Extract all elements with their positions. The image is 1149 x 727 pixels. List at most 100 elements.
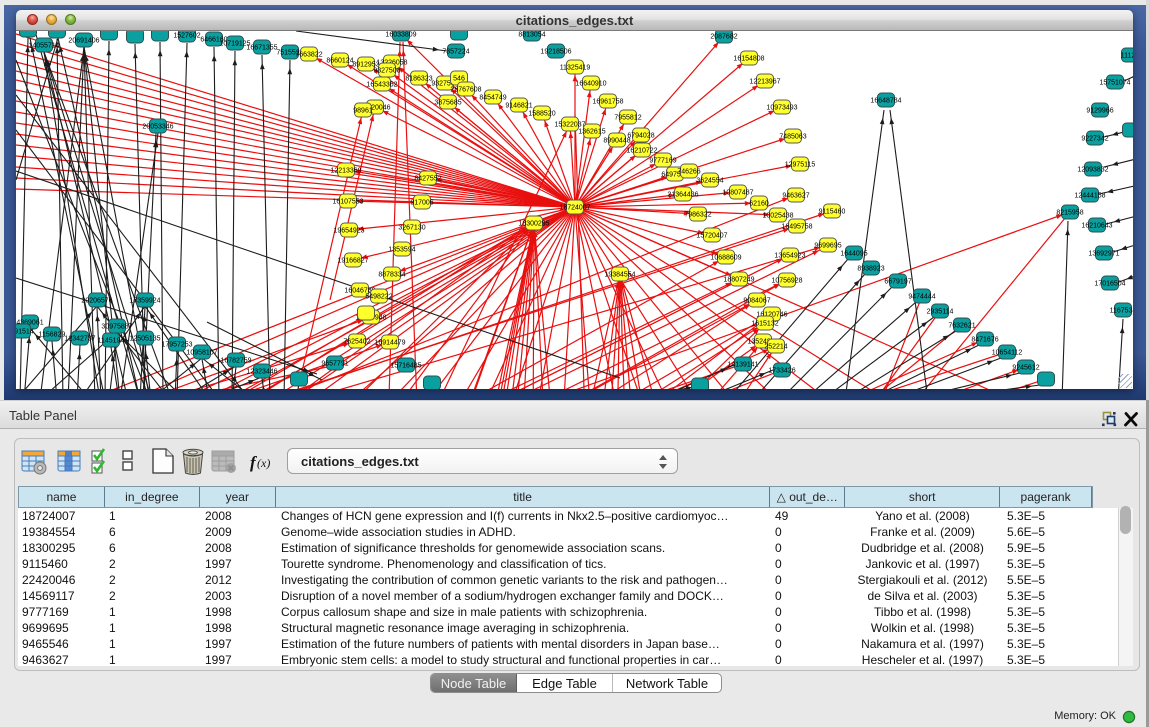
svg-text:17957253: 17957253: [161, 342, 192, 349]
svg-text:15720407: 15720407: [696, 233, 727, 240]
svg-text:12444158: 12444158: [1074, 193, 1105, 200]
svg-text:8427552: 8427552: [414, 176, 441, 183]
svg-text:13654923: 13654923: [774, 253, 805, 260]
svg-text:10973493: 10973493: [766, 105, 797, 112]
svg-text:17359924: 17359924: [129, 298, 160, 305]
svg-text:8215958: 8215958: [1056, 210, 1083, 217]
svg-text:16107553: 16107553: [332, 199, 363, 206]
svg-text:9084067: 9084067: [743, 298, 770, 305]
svg-text:12213369: 12213369: [330, 168, 361, 175]
svg-text:19218506: 19218506: [540, 49, 571, 56]
svg-text:1615132: 1615132: [751, 321, 778, 328]
svg-text:8454749: 8454749: [479, 95, 506, 102]
svg-text:14139141: 14139141: [727, 362, 758, 369]
svg-text:12975115: 12975115: [785, 162, 816, 169]
svg-text:16640910: 16640910: [575, 81, 606, 88]
svg-text:3267130: 3267130: [398, 225, 425, 232]
svg-text:11325419: 11325419: [560, 65, 591, 72]
svg-text:16648784: 16648784: [870, 98, 901, 105]
svg-text:17016504: 17016504: [1094, 281, 1125, 288]
svg-text:6679197: 6679197: [884, 279, 911, 286]
svg-text:9245612: 9245612: [1012, 365, 1039, 372]
svg-text:(x): (x): [257, 456, 270, 470]
svg-text:8471676: 8471676: [971, 337, 998, 344]
svg-text:9463627: 9463627: [782, 193, 809, 200]
svg-text:10688609: 10688609: [710, 255, 741, 262]
svg-text:9129966: 9129966: [1086, 108, 1113, 115]
svg-text:62160: 62160: [749, 201, 769, 208]
svg-text:3624554: 3624554: [696, 178, 723, 185]
svg-text:15716485: 15716485: [390, 363, 421, 370]
svg-text:7632621: 7632621: [948, 323, 975, 330]
svg-text:16495758: 16495758: [781, 224, 812, 231]
svg-text:5498222: 5498222: [365, 294, 392, 301]
svg-text:10958107: 10958107: [186, 350, 217, 357]
svg-text:7485063: 7485063: [779, 134, 806, 141]
svg-text:30975887: 30975887: [101, 324, 132, 331]
svg-text:10654112: 10654112: [992, 350, 1023, 357]
svg-text:16961758: 16961758: [592, 99, 623, 106]
svg-text:19166827: 19166827: [337, 258, 368, 265]
svg-text:16543362: 16543362: [366, 82, 397, 89]
svg-text:546: 546: [453, 76, 465, 83]
svg-text:16210643: 16210643: [1081, 223, 1112, 230]
svg-text:16671355: 16671355: [246, 45, 277, 52]
svg-text:7625402: 7625402: [343, 339, 370, 346]
svg-text:7357224: 7357224: [442, 49, 469, 56]
svg-text:9327508: 9327508: [373, 68, 400, 75]
svg-text:8660124: 8660124: [326, 58, 353, 65]
svg-text:20206576: 20206576: [81, 298, 112, 305]
svg-text:19384554: 19384554: [604, 272, 635, 279]
svg-text:20691406: 20691406: [68, 38, 99, 45]
svg-text:1167534: 1167534: [1110, 308, 1133, 315]
svg-text:9657791: 9657791: [321, 361, 348, 368]
svg-text:19654923: 19654923: [333, 228, 364, 235]
svg-text:13692971: 13692971: [1088, 251, 1119, 258]
svg-text:8938923: 8938923: [857, 266, 884, 273]
svg-text:10807487: 10807487: [722, 190, 753, 197]
svg-text:1733426: 1733426: [768, 368, 795, 375]
svg-text:10025438: 10025438: [762, 213, 793, 220]
svg-text:1156829: 1156829: [39, 332, 66, 339]
svg-text:1527602: 1527602: [173, 33, 200, 40]
svg-text:16154808: 16154808: [733, 56, 764, 63]
svg-text:9474444: 9474444: [908, 294, 935, 301]
svg-text:9777169: 9777169: [649, 158, 676, 165]
svg-text:18300295: 18300295: [518, 221, 549, 228]
svg-text:12093832: 12093832: [1077, 167, 1108, 174]
svg-text:16914479: 16914479: [374, 340, 405, 347]
svg-text:7986322: 7986322: [684, 212, 711, 219]
svg-text:14055714: 14055714: [28, 43, 59, 50]
svg-text:1588520: 1588520: [528, 111, 555, 118]
svg-text:8813054: 8813054: [518, 32, 545, 39]
svg-text:11124: 11124: [1121, 53, 1133, 60]
svg-text:12213967: 12213967: [749, 79, 780, 86]
svg-text:8186323: 8186323: [405, 76, 432, 83]
svg-text:1353594: 1353594: [388, 247, 415, 254]
svg-text:10756928: 10756928: [771, 278, 802, 285]
svg-text:12505135: 12505135: [129, 336, 160, 343]
svg-text:98961: 98961: [353, 108, 373, 115]
svg-text:7663822: 7663822: [295, 52, 322, 59]
svg-text:6794028: 6794028: [627, 133, 654, 140]
svg-text:917006: 917006: [410, 200, 433, 207]
svg-text:1644095: 1644095: [840, 251, 867, 258]
svg-text:16210722: 16210722: [626, 148, 657, 155]
svg-text:18807249: 18807249: [723, 277, 754, 284]
svg-text:8878334: 8878334: [378, 272, 405, 279]
svg-text:746266: 746266: [677, 169, 700, 176]
svg-text:26767608: 26767608: [450, 87, 481, 94]
svg-text:18724007: 18724007: [559, 205, 590, 212]
svg-text:1362615: 1362615: [578, 129, 605, 136]
svg-text:3875685: 3875685: [434, 100, 461, 107]
svg-text:9146821: 9146821: [505, 103, 532, 110]
svg-text:20053346: 20053346: [142, 124, 173, 131]
svg-text:2087682: 2087682: [710, 34, 737, 41]
svg-text:12323446: 12323446: [246, 369, 277, 376]
svg-text:2935114: 2935114: [927, 309, 954, 316]
svg-text:16033809: 16033809: [385, 32, 416, 39]
svg-text:16782759: 16782759: [220, 358, 251, 365]
svg-text:391514: 391514: [16, 329, 34, 336]
svg-text:9115460: 9115460: [819, 209, 846, 216]
svg-text:21364436: 21364436: [667, 192, 698, 199]
